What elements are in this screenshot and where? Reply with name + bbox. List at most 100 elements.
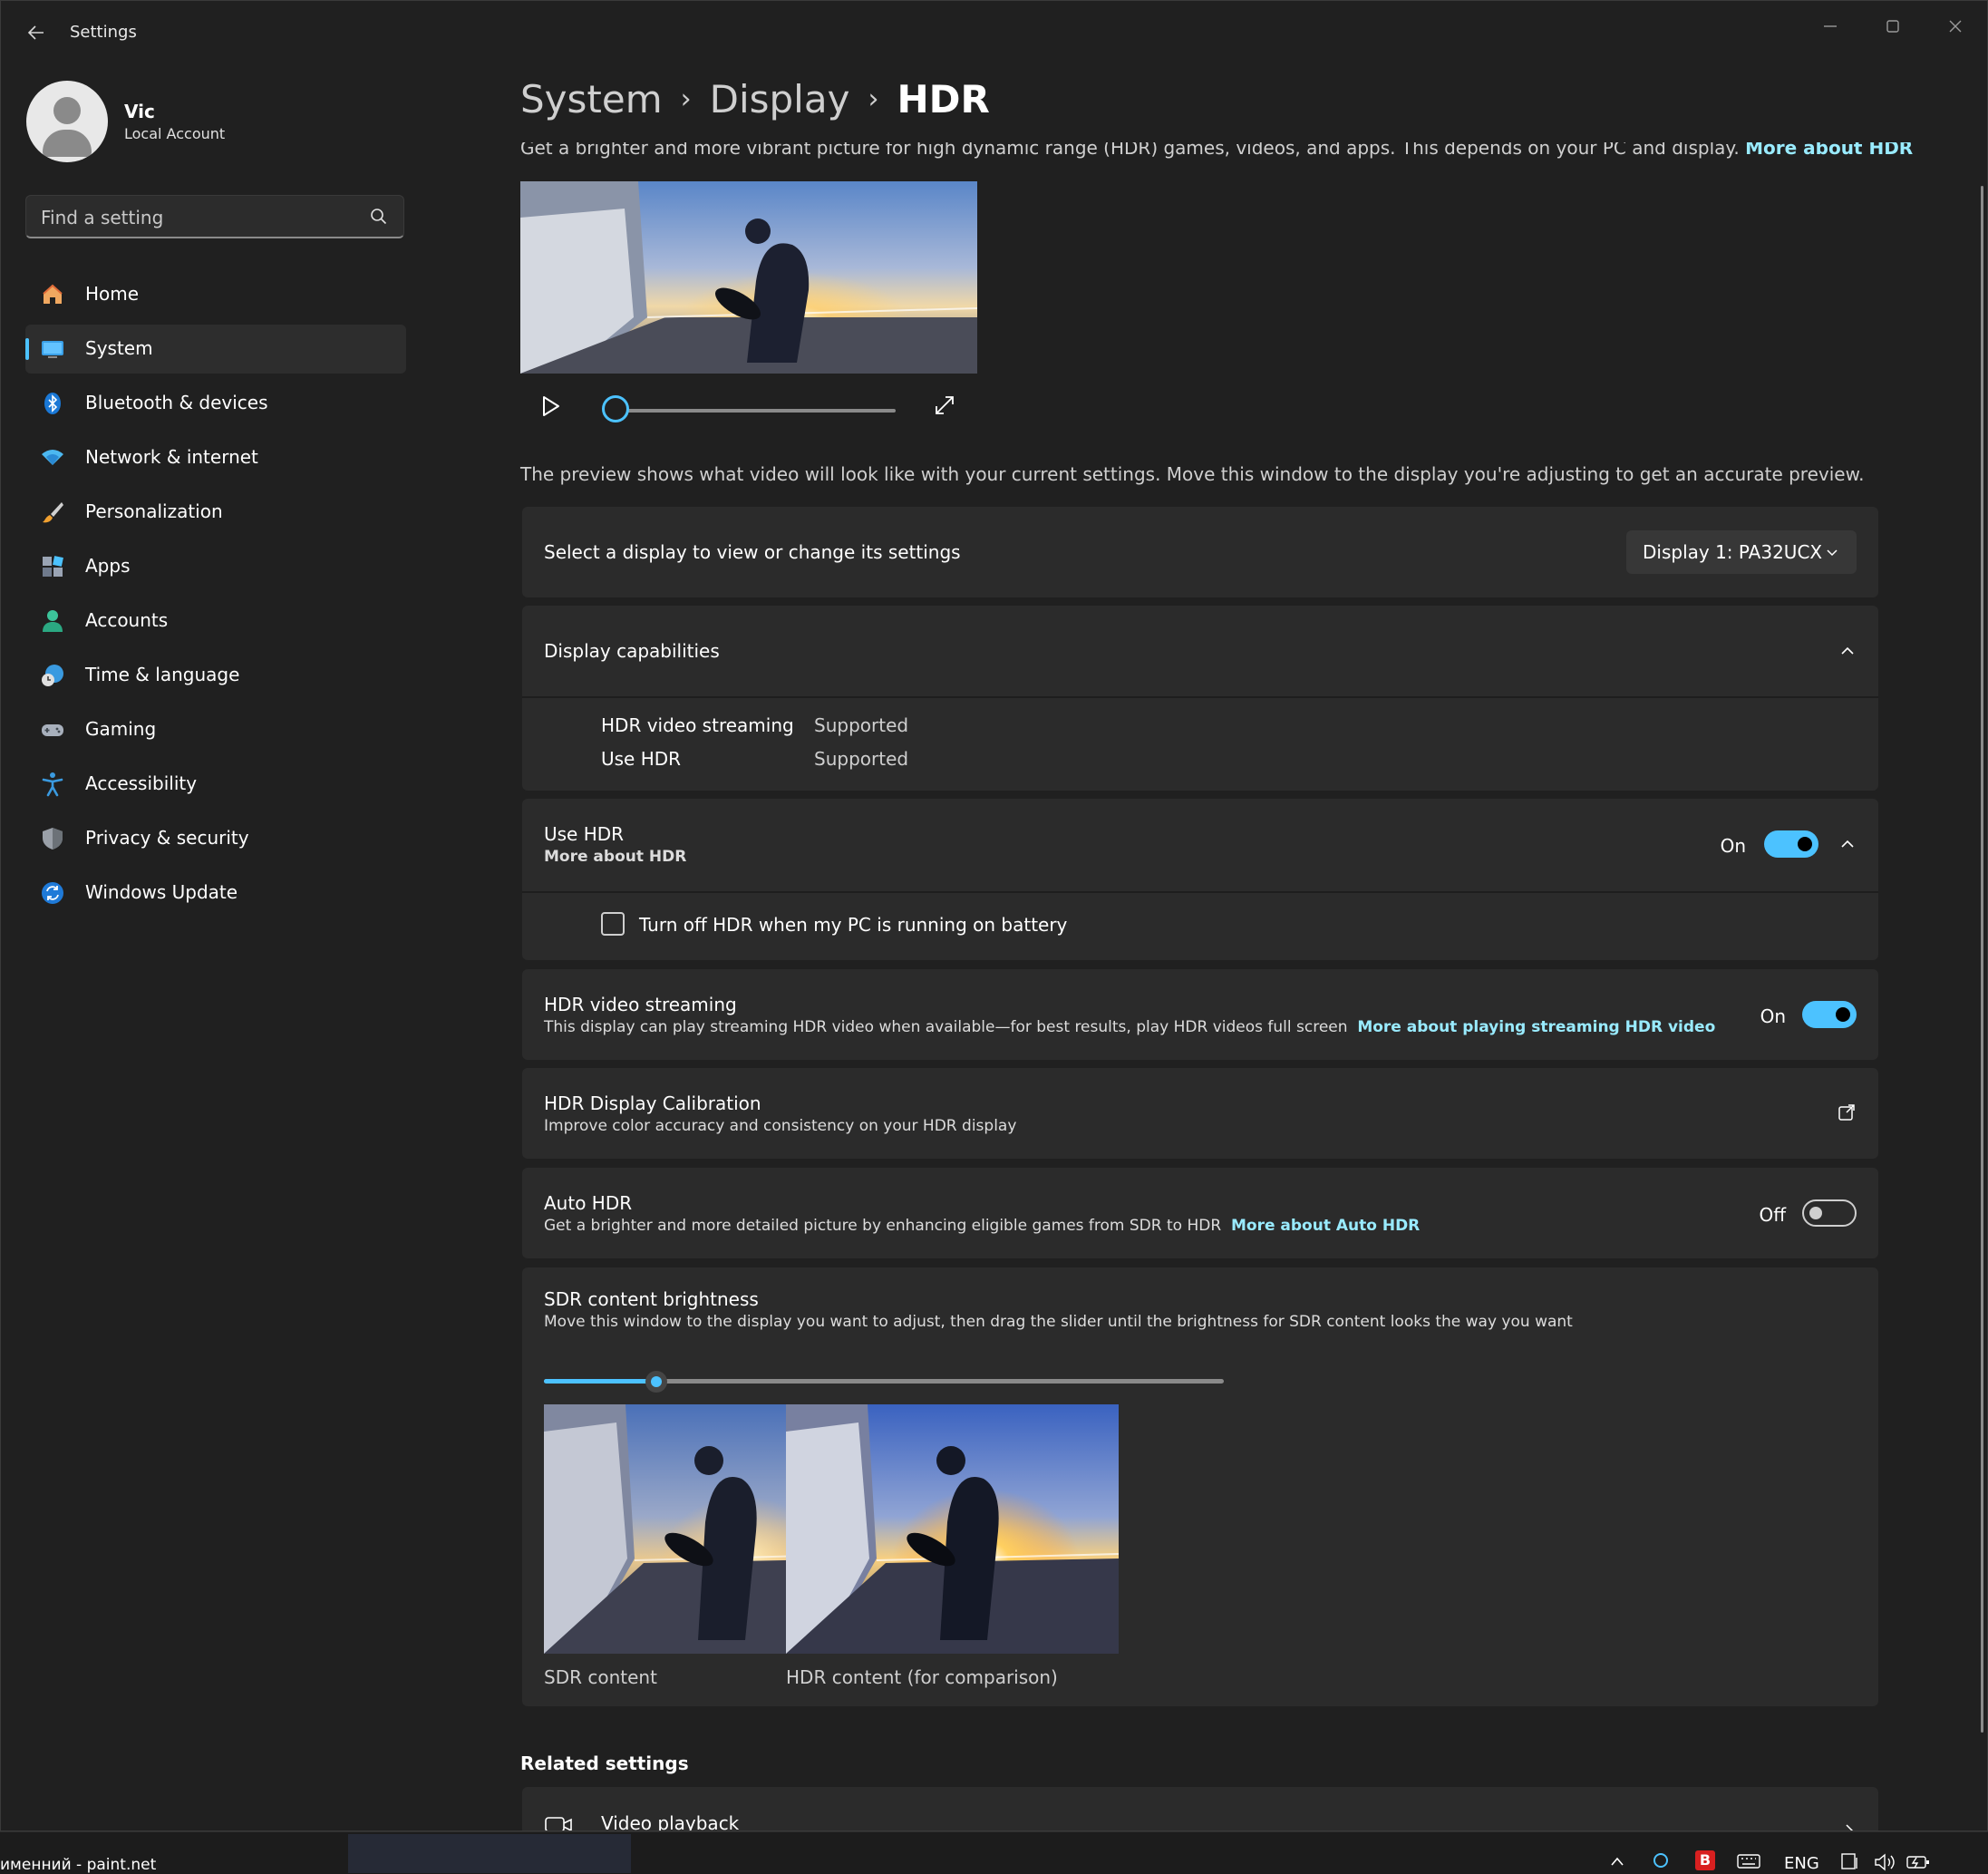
hdr-preview-video[interactable] (520, 181, 977, 374)
search-icon[interactable] (369, 207, 389, 227)
battery-hdr-checkbox[interactable] (601, 912, 625, 936)
sdr-brightness-thumb[interactable] (645, 1371, 667, 1393)
sidebar-item-label: Personalization (85, 500, 223, 522)
hdr-calibration-card[interactable]: HDR Display Calibration Improve color ac… (522, 1068, 1878, 1159)
hdr-streaming-more-link[interactable]: More about playing streaming HDR video (1357, 1018, 1715, 1036)
capability-value: Supported (814, 714, 909, 736)
auto-hdr-more-link[interactable]: More about Auto HDR (1231, 1217, 1420, 1235)
use-hdr-card: Use HDR More about HDR On Turn off HDR w… (522, 799, 1878, 960)
globe-clock-icon (42, 665, 63, 686)
hdr-streaming-toggle[interactable] (1802, 1001, 1857, 1028)
video-seek-track[interactable] (617, 409, 896, 413)
battery-hdr-label: Turn off HDR when my PC is running on ba… (639, 914, 1068, 936)
battery-icon[interactable] (1906, 1852, 1931, 1872)
scrollbar[interactable] (1981, 186, 1983, 1733)
auto-hdr-desc-row: Get a brighter and more detailed picture… (544, 1217, 1420, 1235)
open-external-icon[interactable] (1837, 1102, 1857, 1122)
back-arrow-icon[interactable] (21, 17, 52, 48)
hdr-ship-scene-image (786, 1404, 1119, 1654)
divider (522, 891, 1878, 893)
sidebar-item-time-language[interactable]: Time & language (25, 651, 406, 700)
search-icon[interactable] (1652, 1852, 1670, 1870)
close-icon[interactable] (1928, 10, 1983, 46)
sidebar-item-privacy-security[interactable]: Privacy & security (25, 814, 406, 863)
settings-window: Settings Vic Local Account Home System (0, 0, 1988, 1831)
sidebar-item-label: Apps (85, 555, 131, 577)
maximize-icon[interactable] (1866, 10, 1920, 46)
hdr-streaming-state: On (1760, 1005, 1786, 1027)
sidebar-item-accounts[interactable]: Accounts (25, 597, 406, 646)
keyboard-icon[interactable] (1737, 1854, 1760, 1869)
chevron-right-icon (1846, 1824, 1854, 1830)
app-title: Settings (70, 23, 137, 42)
sidebar-item-label: System (85, 337, 153, 359)
sidebar-item-system[interactable]: System (25, 325, 406, 374)
sidebar-item-label: Accounts (85, 609, 169, 631)
use-hdr-more-link[interactable]: More about HDR (544, 848, 686, 866)
hdr-streaming-desc: This display can play streaming HDR vide… (544, 1018, 1348, 1036)
sidebar-item-home[interactable]: Home (25, 270, 406, 319)
taskbar-active-item[interactable] (348, 1834, 631, 1873)
bluetooth-icon (44, 393, 61, 414)
search-box[interactable] (25, 195, 404, 238)
sidebar-item-bluetooth[interactable]: Bluetooth & devices (25, 379, 406, 428)
accounts-icon (43, 610, 63, 632)
sidebar-item-accessibility[interactable]: Accessibility (25, 760, 406, 809)
preview-note: The preview shows what video will look l… (520, 463, 1865, 485)
sidebar-item-gaming[interactable]: Gaming (25, 705, 406, 754)
related-settings-title: Related settings (520, 1753, 689, 1774)
chevron-up-icon[interactable] (1838, 642, 1857, 660)
intro-more-link[interactable]: More about HDR (1745, 142, 1913, 159)
hdr-content-image (786, 1404, 1119, 1654)
minimize-icon[interactable] (1803, 10, 1857, 46)
chevron-up-icon[interactable] (1838, 835, 1857, 853)
update-icon (42, 882, 63, 904)
intro-text-row: Get a brighter and more vibrant picture … (520, 137, 1913, 159)
breadcrumb-display[interactable]: Display (710, 77, 850, 121)
taskbar: именний - paint.net B ENG (0, 1831, 1988, 1874)
breadcrumb-system[interactable]: System (520, 77, 663, 121)
sidebar-item-label: Network & internet (85, 446, 258, 468)
play-icon[interactable] (539, 393, 563, 420)
avatar-body-shape (43, 130, 92, 157)
video-playback-card[interactable]: Video playback (522, 1787, 1878, 1830)
capabilities-title[interactable]: Display capabilities (544, 640, 720, 662)
use-hdr-title: Use HDR (544, 823, 625, 845)
brush-icon (43, 502, 63, 523)
avatar[interactable] (26, 81, 108, 162)
use-hdr-state: On (1720, 835, 1746, 857)
hdr-streaming-card: HDR video streaming This display can pla… (522, 969, 1878, 1060)
auto-hdr-desc: Get a brighter and more detailed picture… (544, 1217, 1222, 1235)
sidebar-item-label: Accessibility (85, 772, 198, 794)
chevron-up-icon[interactable] (1610, 1856, 1624, 1867)
sdr-brightness-desc: Move this window to the display you want… (544, 1313, 1573, 1331)
fullscreen-icon[interactable] (933, 393, 956, 417)
account-type: Local Account (124, 125, 226, 142)
intro-text: Get a brighter and more vibrant picture … (520, 137, 1740, 159)
auto-hdr-toggle[interactable] (1802, 1199, 1857, 1227)
capability-value: Supported (814, 748, 909, 770)
display-dropdown[interactable]: Display 1: PA32UCX (1626, 530, 1857, 574)
taskbar-app-label[interactable]: именний - paint.net (0, 1856, 156, 1874)
sidebar-item-personalization[interactable]: Personalization (25, 488, 406, 537)
volume-icon[interactable] (1873, 1852, 1896, 1872)
shield-icon (43, 828, 63, 850)
network-icon[interactable] (1840, 1852, 1862, 1872)
sidebar-item-apps[interactable]: Apps (25, 542, 406, 591)
breadcrumb-separator: › (868, 83, 879, 115)
sidebar-item-label: Gaming (85, 718, 157, 740)
sidebar-item-network[interactable]: Network & internet (25, 433, 406, 482)
language-indicator[interactable]: ENG (1784, 1854, 1819, 1873)
app-tray-icon[interactable]: B (1695, 1850, 1715, 1870)
sunset-ship-scene-image (520, 181, 977, 374)
sdr-content-caption: SDR content (544, 1666, 657, 1688)
search-input[interactable] (39, 203, 369, 232)
video-seek-thumb[interactable] (602, 395, 629, 422)
use-hdr-toggle[interactable] (1764, 830, 1818, 858)
wifi-icon (42, 450, 63, 465)
sidebar-item-windows-update[interactable]: Windows Update (25, 869, 406, 918)
display-dropdown-value: Display 1: PA32UCX (1643, 541, 1823, 563)
capability-name: Use HDR (601, 748, 682, 770)
display-select-card: Select a display to view or change its s… (522, 507, 1878, 597)
user-name: Vic (124, 101, 155, 122)
